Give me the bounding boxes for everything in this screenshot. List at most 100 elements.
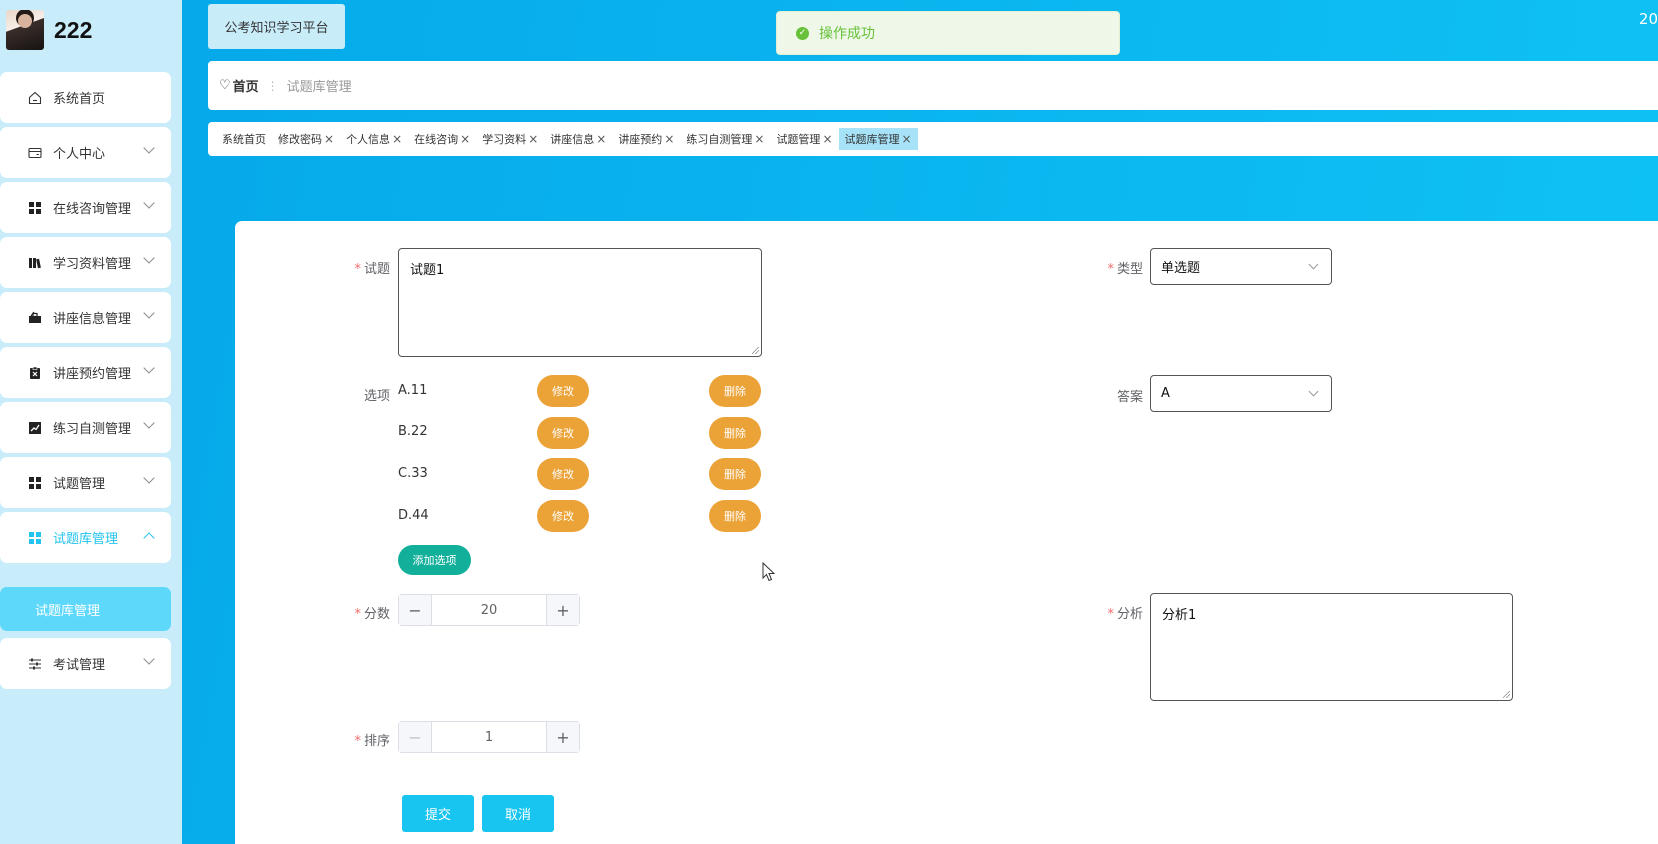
- sidebar: 222 系统首页 个人中心 在线咨询管理 学习资料管理 讲座信息管理 讲座预约管…: [0, 0, 182, 844]
- edit-option-button[interactable]: 修改: [537, 500, 589, 532]
- tab-online-consult[interactable]: 在线咨询 ×: [408, 128, 476, 150]
- question-textarea[interactable]: 试题1: [398, 248, 762, 357]
- sidebar-item-home[interactable]: 系统首页: [0, 72, 171, 123]
- minus-icon[interactable]: −: [399, 722, 432, 752]
- option-text: C.33: [398, 466, 428, 481]
- order-label: * 排序: [354, 734, 390, 749]
- breadcrumb-home[interactable]: 首页: [233, 76, 259, 95]
- tab-label: 个人信息: [346, 133, 391, 146]
- score-value[interactable]: 20: [432, 595, 546, 625]
- top-right-text: 20: [1638, 10, 1658, 28]
- delete-option-button[interactable]: 删除: [709, 458, 761, 490]
- tab-label: 学习资料: [482, 133, 527, 146]
- tab-lecture-booking[interactable]: 讲座预约 ×: [612, 128, 680, 150]
- answer-select[interactable]: A: [1150, 375, 1332, 412]
- question-label: * 试题: [354, 262, 390, 277]
- brand-name: 222: [54, 16, 93, 43]
- tab-questions[interactable]: 试题管理 ×: [770, 128, 838, 150]
- plus-icon[interactable]: +: [546, 595, 579, 625]
- sidebar-item-label: 试题管理: [53, 477, 106, 492]
- tab-practice[interactable]: 练习自测管理 ×: [680, 128, 770, 150]
- clipboard-icon: [27, 365, 43, 381]
- edit-option-button[interactable]: 修改: [537, 375, 589, 407]
- chevron-down-icon: [143, 362, 155, 374]
- sidebar-item-practice[interactable]: 练习自测管理: [0, 402, 171, 453]
- sidebar-item-consult[interactable]: 在线咨询管理: [0, 182, 171, 233]
- delete-option-button[interactable]: 删除: [709, 375, 761, 407]
- app-title: 公考知识学习平台: [208, 4, 345, 49]
- chevron-down-icon: [143, 252, 155, 264]
- grid-icon: [27, 530, 43, 546]
- home-icon: [27, 90, 43, 106]
- sidebar-item-question-bank[interactable]: 试题库管理: [0, 512, 171, 563]
- chevron-down-icon: [1308, 259, 1319, 270]
- close-icon[interactable]: ×: [324, 132, 334, 146]
- order-value[interactable]: 1: [432, 722, 546, 752]
- sidebar-item-materials[interactable]: 学习资料管理: [0, 237, 171, 288]
- sidebar-item-label: 系统首页: [53, 92, 106, 107]
- heart-icon: ♡: [219, 78, 231, 93]
- edit-option-button[interactable]: 修改: [537, 417, 589, 449]
- tab-home[interactable]: 系统首页: [216, 128, 272, 150]
- order-stepper[interactable]: − 1 +: [398, 721, 580, 753]
- chevron-down-icon: [143, 142, 155, 154]
- breadcrumb-separator: ⋮: [266, 78, 279, 93]
- close-icon[interactable]: ×: [596, 132, 606, 146]
- sidebar-item-label: 试题库管理: [53, 532, 119, 547]
- delete-option-button[interactable]: 删除: [709, 417, 761, 449]
- score-stepper[interactable]: − 20 +: [398, 594, 580, 626]
- sliders-icon: [27, 656, 43, 672]
- tab-materials[interactable]: 学习资料 ×: [476, 128, 544, 150]
- close-icon[interactable]: ×: [392, 132, 402, 146]
- tab-question-bank[interactable]: 试题库管理 ×: [838, 128, 918, 150]
- option-text: B.22: [398, 424, 428, 439]
- close-icon[interactable]: ×: [664, 132, 674, 146]
- score-label: * 分数: [354, 607, 390, 622]
- sidebar-subitem-label: 试题库管理: [35, 603, 101, 619]
- sidebar-item-label: 练习自测管理: [53, 422, 132, 437]
- sidebar-item-lectures[interactable]: 讲座信息管理: [0, 292, 171, 343]
- edit-option-button[interactable]: 修改: [537, 458, 589, 490]
- analysis-textarea[interactable]: 分析1: [1150, 593, 1513, 701]
- minus-icon[interactable]: −: [399, 595, 432, 625]
- delete-option-button[interactable]: 删除: [709, 500, 761, 532]
- chart-icon: [27, 420, 43, 436]
- plus-icon[interactable]: +: [546, 722, 579, 752]
- close-icon[interactable]: ×: [902, 132, 912, 146]
- sidebar-item-lecture-booking[interactable]: 讲座预约管理: [0, 347, 171, 398]
- chevron-down-icon: [143, 472, 155, 484]
- close-icon[interactable]: ×: [754, 132, 764, 146]
- answer-label: 答案: [1116, 390, 1143, 405]
- tab-label: 试题管理: [776, 133, 821, 146]
- avatar[interactable]: [6, 10, 44, 50]
- tab-label: 讲座预约: [618, 133, 663, 146]
- type-select[interactable]: 单选题: [1150, 248, 1332, 285]
- chevron-down-icon: [143, 653, 155, 665]
- submit-button[interactable]: 提交: [402, 795, 474, 832]
- close-icon[interactable]: ×: [822, 132, 832, 146]
- sidebar-item-label: 在线咨询管理: [53, 202, 132, 217]
- tab-personal-info[interactable]: 个人信息 ×: [340, 128, 408, 150]
- sidebar-item-personal-center[interactable]: 个人中心: [0, 127, 171, 178]
- sidebar-item-label: 讲座预约管理: [53, 367, 132, 382]
- tab-label: 在线咨询: [414, 133, 459, 146]
- tab-label: 系统首页: [222, 133, 266, 146]
- add-option-button[interactable]: 添加选项: [398, 545, 471, 575]
- type-label: * 类型: [1107, 262, 1143, 277]
- sidebar-item-exams[interactable]: 考试管理: [0, 638, 171, 689]
- close-icon[interactable]: ×: [528, 132, 538, 146]
- cancel-button[interactable]: 取消: [482, 795, 554, 832]
- success-toast: ✓ 操作成功: [776, 11, 1120, 55]
- tab-lecture-info[interactable]: 讲座信息 ×: [544, 128, 612, 150]
- close-icon[interactable]: ×: [460, 132, 470, 146]
- toast-message: 操作成功: [819, 26, 875, 42]
- books-icon: [27, 255, 43, 271]
- sidebar-item-label: 学习资料管理: [53, 257, 132, 272]
- analysis-label: * 分析: [1107, 607, 1143, 622]
- sidebar-item-label: 考试管理: [53, 658, 106, 673]
- sidebar-item-questions[interactable]: 试题管理: [0, 457, 171, 508]
- option-text: A.11: [398, 383, 428, 398]
- sidebar-subitem-question-bank[interactable]: 试题库管理: [0, 587, 171, 631]
- tab-change-password[interactable]: 修改密码 ×: [272, 128, 340, 150]
- chevron-down-icon: [143, 417, 155, 429]
